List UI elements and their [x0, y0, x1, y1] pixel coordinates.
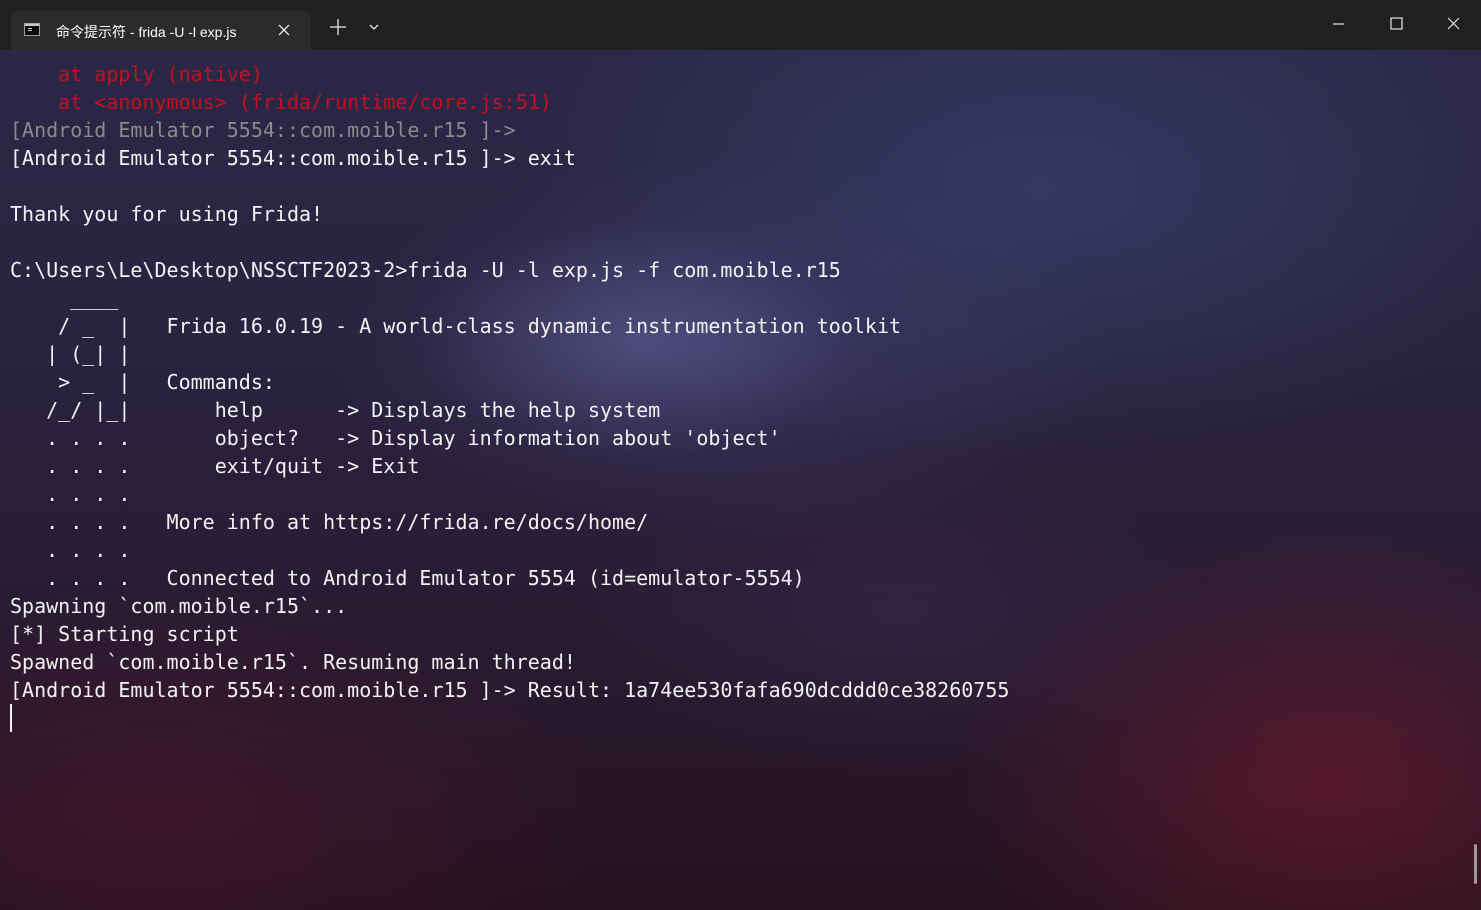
tab-dropdown-button[interactable]: [362, 15, 386, 39]
terminal-line: at <anonymous> (frida/runtime/core.js:51…: [10, 90, 552, 114]
maximize-button[interactable]: [1373, 6, 1419, 42]
maximize-icon: [1390, 17, 1403, 30]
close-window-button[interactable]: [1430, 6, 1476, 42]
terminal-line: > _ | Commands:: [10, 370, 275, 394]
terminal-line: at apply (native): [10, 62, 263, 86]
terminal-line: [*] Starting script: [10, 622, 239, 646]
terminal-line: C:\Users\Le\Desktop\NSSCTF2023-2>frida -…: [10, 258, 841, 282]
terminal-line: . . . .: [10, 538, 131, 562]
tab-title: 命令提示符 - frida -U -l exp.js: [56, 24, 237, 40]
terminal-line: Spawned `com.moible.r15`. Resuming main …: [10, 650, 576, 674]
terminal-line: [Android Emulator 5554::com.moible.r15 ]…: [10, 146, 576, 170]
terminal-line: [Android Emulator 5554::com.moible.r15 ]…: [10, 118, 516, 142]
scrollbar-thumb[interactable]: [1474, 844, 1477, 884]
title-bar[interactable]: 命令提示符 - frida -U -l exp.js: [0, 0, 1481, 50]
minimize-button[interactable]: [1315, 6, 1361, 42]
close-icon: [1447, 17, 1460, 30]
terminal-line: Spawning `com.moible.r15`...: [10, 594, 348, 618]
terminal-line: | (_| |: [10, 342, 131, 366]
terminal-text: at apply (native) at <anonymous> (frida/…: [10, 60, 1009, 704]
terminal-line: [Android Emulator 5554::com.moible.r15 ]…: [10, 678, 1010, 702]
terminal-window: 命令提示符 - frida -U -l exp.js at apply (nat…: [0, 0, 1481, 910]
terminal-icon: [24, 23, 40, 36]
terminal-line: . . . . More info at https://frida.re/do…: [10, 510, 649, 534]
plus-icon: [330, 19, 346, 35]
terminal-line: /_/ |_| help -> Displays the help system: [10, 398, 661, 422]
terminal-line: / _ | Frida 16.0.19 - A world-class dyna…: [10, 314, 902, 338]
terminal-output[interactable]: at apply (native) at <anonymous> (frida/…: [0, 50, 1481, 910]
text-cursor: [10, 704, 12, 732]
terminal-line: Thank you for using Frida!: [10, 202, 324, 226]
new-tab-button[interactable]: [326, 15, 350, 39]
tab-cmd[interactable]: 命令提示符 - frida -U -l exp.js: [11, 11, 311, 50]
tab-close-button[interactable]: [275, 21, 293, 39]
close-icon: [278, 24, 290, 36]
terminal-line: . . . . Connected to Android Emulator 55…: [10, 566, 805, 590]
terminal-line: . . . .: [10, 482, 131, 506]
terminal-line: ____: [10, 286, 119, 310]
minimize-icon: [1333, 23, 1344, 25]
terminal-line: . . . . object? -> Display information a…: [10, 426, 781, 450]
chevron-down-icon: [369, 24, 379, 30]
terminal-line: . . . . exit/quit -> Exit: [10, 454, 420, 478]
